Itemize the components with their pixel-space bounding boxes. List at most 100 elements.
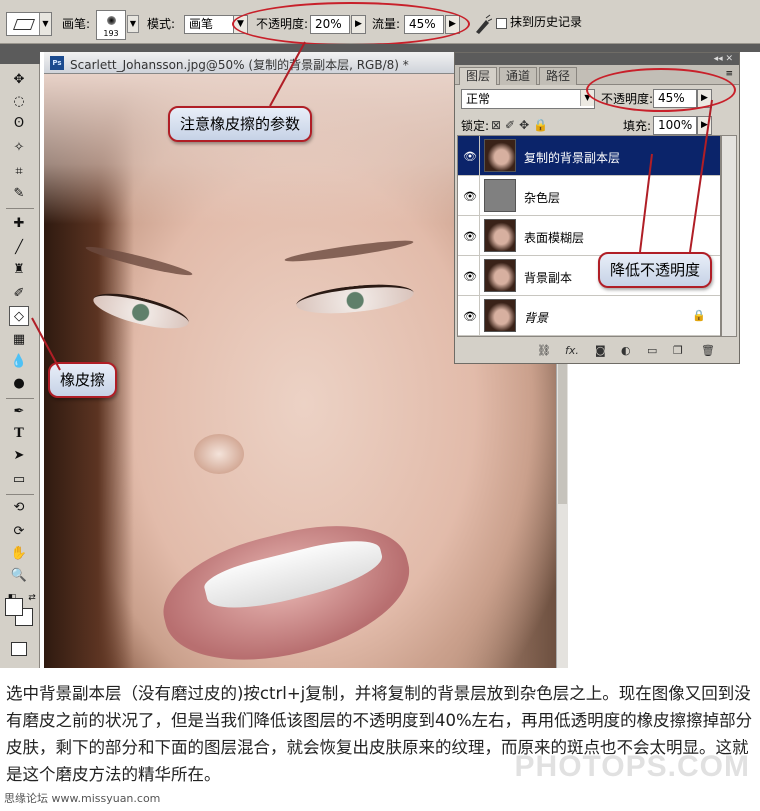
crop-tool-icon[interactable]: ⌗ — [9, 162, 29, 182]
healing-brush-tool-icon[interactable]: ✚ — [9, 214, 29, 234]
lasso-tool-icon[interactable]: ʘ — [9, 114, 29, 134]
mode-value: 画笔 — [189, 17, 214, 31]
layer-row[interactable]: 👁 背景 🔒 — [458, 296, 720, 336]
eraser-tool-icon[interactable]: ◇ — [9, 306, 29, 326]
visibility-eye-icon[interactable]: 👁 — [458, 216, 480, 256]
highlight-ring-options — [232, 2, 470, 46]
new-group-icon[interactable]: ▭ — [647, 344, 657, 357]
brush-tip-icon — [107, 16, 116, 25]
pen-tool-icon[interactable]: ✒ — [9, 402, 29, 422]
layer-name: 背景副本 — [524, 271, 573, 285]
brush-size: 193 — [103, 29, 119, 38]
erase-to-history-label: 抹到历史记录 — [510, 15, 583, 29]
tab-paths[interactable]: 路径 — [539, 67, 578, 85]
layer-thumbnail — [484, 259, 516, 292]
quick-mask-icon[interactable] — [11, 642, 27, 656]
layer-row[interactable]: 👁 复制的背景副本层 — [458, 136, 720, 176]
fill-value: 100% — [658, 118, 693, 132]
toolbox-divider — [6, 398, 34, 399]
lock-icon: 🔒 — [692, 309, 706, 322]
eyedropper-tool-icon[interactable]: ✎ — [9, 184, 29, 204]
delete-layer-icon[interactable]: 🗑 — [701, 344, 715, 357]
layer-list-scrollbar[interactable] — [721, 135, 737, 337]
link-layers-icon[interactable]: ⛓ — [537, 344, 551, 357]
layer-list: 👁 复制的背景副本层 👁 杂色层 👁 表面模糊层 👁 背景副本 👁 背景 🔒 — [457, 135, 721, 337]
callout-lower-opacity: 降低不透明度 — [598, 252, 713, 288]
panel-footer: ⛓ fx. ◙ ◐ ▭ ❐ 🗑 — [455, 340, 739, 362]
history-brush-tool-icon[interactable]: ✐ — [9, 284, 29, 304]
site-watermark: 思缘论坛 www.missyuan.com — [4, 792, 161, 805]
gradient-tool-icon[interactable]: ▦ — [9, 330, 29, 350]
panel-dock-strip — [0, 44, 760, 52]
fill-input[interactable]: 100% — [653, 116, 697, 135]
scrollbar-thumb[interactable] — [558, 354, 567, 504]
panel-collapse-icon[interactable]: ◂◂ ✕ — [714, 53, 733, 65]
layer-thumbnail — [484, 219, 516, 252]
blend-mode-value: 正常 — [461, 89, 595, 109]
panel-menu-icon[interactable]: ≡ — [725, 69, 733, 79]
3d-orbit-tool-icon[interactable]: ⟳ — [9, 522, 29, 542]
hand-tool-icon[interactable]: ✋ — [9, 544, 29, 564]
toolbox-grip[interactable] — [0, 52, 40, 64]
new-layer-icon[interactable]: ❐ — [673, 344, 683, 357]
photo-right-brow — [283, 237, 415, 265]
photo-right-eye — [294, 279, 416, 319]
dodge-tool-icon[interactable]: ● — [9, 374, 29, 394]
brush-dropdown-button[interactable]: ▼ — [127, 15, 139, 33]
layer-thumbnail — [484, 179, 516, 212]
layer-name: 复制的背景副本层 — [524, 151, 621, 165]
ps-file-icon: Ps — [50, 56, 64, 70]
airbrush-icon[interactable] — [474, 14, 492, 34]
3d-rotate-tool-icon[interactable]: ⟲ — [9, 498, 29, 518]
move-tool-icon[interactable]: ✥ — [9, 70, 29, 90]
highlight-ring-layer-opacity — [586, 68, 736, 112]
visibility-eye-icon[interactable]: 👁 — [458, 296, 480, 336]
tab-layers[interactable]: 图层 — [459, 67, 498, 85]
visibility-eye-icon[interactable]: 👁 — [458, 256, 480, 296]
mode-label: 模式: — [147, 17, 176, 31]
layer-thumbnail — [484, 139, 516, 172]
adjustment-layer-icon[interactable]: ◐ — [621, 344, 631, 357]
fill-label: 填充: — [623, 119, 652, 133]
clone-stamp-tool-icon[interactable]: ♜ — [9, 260, 29, 280]
toolbox: ✥ ◌ ʘ ✧ ⌗ ✎ ✚ ╱ ♜ ✐ ◇ ▦ 💧 ● ✒ T ➤ ▭ ⟲ ⟳ … — [0, 52, 40, 668]
marquee-tool-icon[interactable]: ◌ — [9, 92, 29, 112]
path-selection-tool-icon[interactable]: ➤ — [9, 446, 29, 466]
tab-channels[interactable]: 通道 — [499, 67, 538, 85]
layer-name: 背景 — [524, 311, 549, 325]
swap-colors-icon[interactable]: ⇄ — [22, 588, 42, 608]
blur-tool-icon[interactable]: 💧 — [9, 352, 29, 372]
layer-row[interactable]: 👁 表面模糊层 — [458, 216, 720, 256]
layer-name: 杂色层 — [524, 191, 561, 205]
toolbox-divider — [6, 494, 34, 495]
blend-mode-select[interactable]: 正常 ▼ — [461, 89, 595, 109]
layer-row[interactable]: 👁 杂色层 — [458, 176, 720, 216]
erase-to-history-checkbox[interactable] — [496, 18, 507, 29]
visibility-eye-icon[interactable]: 👁 — [458, 136, 480, 176]
layer-mask-icon[interactable]: ◙ — [595, 344, 606, 357]
visibility-eye-icon[interactable]: 👁 — [458, 176, 480, 216]
toolbox-divider — [6, 208, 34, 209]
foreground-color-swatch[interactable] — [5, 598, 23, 616]
lock-options-icons[interactable]: ⊠✐✥🔒 — [491, 118, 552, 132]
panel-header[interactable]: ◂◂ ✕ — [455, 53, 739, 65]
brush-preset-picker[interactable]: 193 — [96, 10, 126, 40]
type-tool-icon[interactable]: T — [9, 424, 29, 444]
magic-wand-tool-icon[interactable]: ✧ — [9, 138, 29, 158]
rectangle-tool-icon[interactable]: ▭ — [9, 470, 29, 490]
watermark: PHOTOPS.COM — [514, 750, 750, 783]
layer-thumbnail — [484, 299, 516, 332]
brush-tool-icon[interactable]: ╱ — [9, 238, 29, 258]
brush-label: 画笔: — [62, 17, 91, 31]
tool-preset-picker[interactable]: ▼ — [6, 12, 52, 36]
callout-eraser-params: 注意橡皮擦的参数 — [168, 106, 313, 142]
layer-style-icon[interactable]: fx. — [565, 344, 579, 357]
fill-slider-button[interactable]: ▶ — [697, 116, 712, 135]
options-bar: ▼ 画笔: 193 ▼ 模式: 画笔 ▼ 不透明度: 20% ▶ 流量: 45%… — [0, 0, 760, 46]
document-title: Scarlett_Johansson.jpg@50% (复制的背景副本层, RG… — [70, 58, 409, 72]
photo-nose — [194, 434, 244, 474]
zoom-tool-icon[interactable]: 🔍 — [9, 566, 29, 586]
chevron-down-icon[interactable]: ▼ — [39, 13, 51, 35]
eraser-icon — [12, 19, 36, 30]
layer-name: 表面模糊层 — [524, 231, 585, 245]
